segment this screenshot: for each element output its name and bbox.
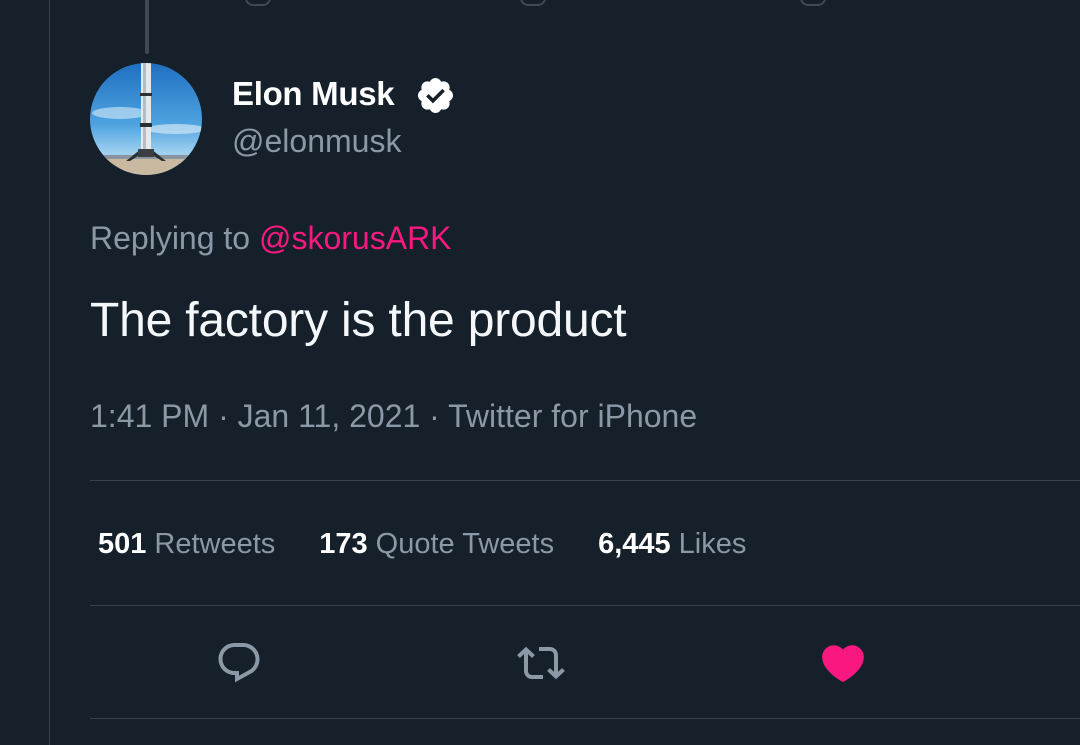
retweets-label: Retweets xyxy=(154,528,276,560)
tweet-detail-view: Elon Musk @elonmusk Replying to @skorusA… xyxy=(0,0,1080,745)
verified-badge-icon xyxy=(417,77,454,114)
author-handle[interactable]: @elonmusk xyxy=(232,121,401,161)
previous-tweet-action-remnant xyxy=(520,0,546,6)
retweets-count: 501 xyxy=(98,528,147,560)
quote-tweets-count: 173 xyxy=(319,528,368,560)
column-border xyxy=(49,0,50,745)
mention-link[interactable]: @skorusARK xyxy=(259,220,452,256)
likes-count: 6,445 xyxy=(598,528,671,560)
author-display-name[interactable]: Elon Musk xyxy=(232,74,395,114)
quote-tweets-stat[interactable]: 173 Quote Tweets xyxy=(319,523,554,565)
heart-icon xyxy=(822,645,864,683)
tweet-text: The factory is the product xyxy=(90,294,627,347)
previous-tweet-action-remnant xyxy=(245,0,271,6)
tweet-stats: 501 Retweets 173 Quote Tweets 6,445 Likes xyxy=(98,523,790,565)
divider xyxy=(90,480,1080,481)
speech-bubble-icon xyxy=(218,643,260,683)
divider xyxy=(90,605,1080,606)
previous-tweet-action-remnant xyxy=(800,0,826,6)
like-button[interactable] xyxy=(818,638,868,688)
retweet-button[interactable] xyxy=(516,638,566,688)
quote-tweets-label: Quote Tweets xyxy=(375,528,555,560)
retweets-stat[interactable]: 501 Retweets xyxy=(98,523,275,565)
likes-label: Likes xyxy=(678,528,747,560)
replying-to-line: Replying to @skorusARK xyxy=(90,216,452,260)
reply-button[interactable] xyxy=(214,638,264,688)
avatar[interactable] xyxy=(90,63,202,175)
avatar-rocket-image xyxy=(90,63,202,175)
divider xyxy=(90,718,1080,719)
retweet-icon xyxy=(517,646,565,680)
replying-to-label: Replying to xyxy=(90,220,259,256)
thread-connector-line xyxy=(145,0,149,54)
tweet-timestamp-source[interactable]: 1:41 PM · Jan 11, 2021 · Twitter for iPh… xyxy=(90,394,697,438)
likes-stat[interactable]: 6,445 Likes xyxy=(598,523,746,565)
